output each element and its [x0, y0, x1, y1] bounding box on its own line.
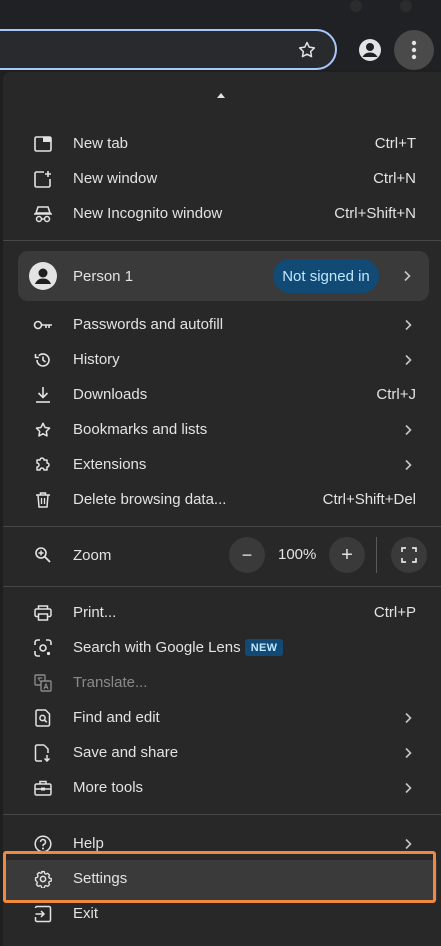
save-share-icon: [33, 743, 53, 763]
translate-icon: [33, 673, 53, 693]
window-controls: [350, 0, 441, 12]
sign-in-status-badge[interactable]: Not signed in: [273, 259, 379, 293]
menu-item-label: Help: [73, 835, 104, 852]
menu-item-label: New window: [73, 170, 158, 187]
menu-item-label: Passwords and autofill: [73, 316, 224, 333]
minus-icon: −: [241, 545, 253, 565]
incognito-icon: [33, 204, 53, 224]
printer-icon: [33, 603, 53, 623]
window-control-dot[interactable]: [400, 0, 412, 12]
menu-item-extensions[interactable]: Extensions: [3, 447, 441, 482]
menu-item-new-window[interactable]: New window Ctrl+N: [3, 161, 441, 196]
star-icon: [33, 420, 53, 440]
shortcut-label: Ctrl+P: [373, 604, 416, 621]
more-vert-icon: [411, 40, 417, 60]
menu-separator: [3, 526, 441, 527]
menu-item-save-and-share[interactable]: Save and share: [3, 735, 441, 770]
shortcut-label: Ctrl+J: [376, 386, 416, 403]
zoom-level: 100%: [278, 546, 317, 563]
exit-icon: [33, 904, 53, 924]
bookmark-star-icon[interactable]: [295, 38, 319, 62]
menu-item-label: More tools: [73, 779, 144, 796]
address-bar[interactable]: [0, 29, 337, 70]
menu-item-label: Find and edit: [73, 709, 160, 726]
profile-row[interactable]: Person 1 Not signed in: [18, 251, 429, 301]
menu-item-find-and-edit[interactable]: Find and edit: [3, 700, 441, 735]
zoom-out-button[interactable]: −: [229, 537, 265, 573]
menu-item-label: Delete browsing data...: [73, 491, 227, 508]
menu-item-label: Translate...: [73, 674, 148, 691]
chevron-right-icon: [402, 424, 414, 436]
menu-item-new-tab[interactable]: New tab Ctrl+T: [3, 126, 441, 161]
puzzle-piece-icon: [33, 455, 53, 475]
profile-avatar-icon: [29, 262, 57, 290]
chevron-right-icon: [402, 354, 414, 366]
menu-separator: [3, 240, 441, 241]
menu-item-label: History: [73, 351, 120, 368]
toolbox-icon: [33, 778, 53, 798]
zoom-in-button[interactable]: +: [329, 537, 365, 573]
trash-icon: [33, 490, 53, 510]
menu-item-search-with-google-lens[interactable]: Search with Google Lens: [3, 630, 441, 665]
menu-item-label: Extensions: [73, 456, 147, 473]
menu-item-label: Search with Google Lens: [73, 639, 241, 656]
menu-item-label: Downloads: [73, 386, 148, 403]
menu-item-print[interactable]: Print... Ctrl+P: [3, 595, 441, 630]
profile-name: Person 1: [73, 268, 134, 285]
download-icon: [33, 385, 53, 405]
menu-separator: [3, 814, 441, 815]
plus-icon: +: [341, 544, 353, 566]
menu-item-new-incognito-window[interactable]: New Incognito window Ctrl+Shift+N: [3, 196, 441, 231]
menu-item-label: Save and share: [73, 744, 179, 761]
chevron-right-icon: [402, 747, 414, 759]
menu-item-delete-browsing-data[interactable]: Delete browsing data... Ctrl+Shift+Del: [3, 482, 441, 517]
menu-separator: [3, 586, 441, 587]
find-in-page-icon: [33, 708, 53, 728]
new-window-icon: [33, 169, 53, 189]
menu-item-more-tools[interactable]: More tools: [3, 770, 441, 805]
zoom-divider: [376, 537, 377, 573]
menu-item-label: New tab: [73, 135, 129, 152]
menu-item-label: Bookmarks and lists: [73, 421, 208, 438]
menu-kebab-button[interactable]: [394, 30, 434, 70]
new-badge: NEW: [245, 639, 283, 656]
menu-item-translate: Translate...: [3, 665, 441, 700]
chevron-right-icon: [402, 459, 414, 471]
shortcut-label: Ctrl+Shift+Del: [322, 491, 416, 508]
chevron-right-icon: [402, 838, 414, 850]
menu-item-passwords-and-autofill[interactable]: Passwords and autofill: [3, 307, 441, 342]
shortcut-label: Ctrl+N: [373, 170, 416, 187]
shortcut-label: Ctrl+T: [374, 135, 416, 152]
menu-item-downloads[interactable]: Downloads Ctrl+J: [3, 377, 441, 412]
zoom-in-magnifier-icon: [33, 545, 53, 565]
scroll-up-arrow-icon[interactable]: [217, 92, 225, 100]
menu-item-exit[interactable]: Exit: [3, 896, 441, 931]
chevron-right-icon: [402, 782, 414, 794]
chevron-right-icon: [402, 712, 414, 724]
profile-avatar-button[interactable]: [354, 34, 386, 66]
key-icon: [33, 315, 53, 335]
window-control-dot[interactable]: [350, 0, 362, 12]
menu-item-history[interactable]: History: [3, 342, 441, 377]
fullscreen-button[interactable]: [391, 537, 427, 573]
new-tab-icon: [33, 134, 53, 154]
menu-item-label: Print...: [73, 604, 117, 621]
fullscreen-icon: [401, 547, 417, 563]
menu-item-label: Zoom: [73, 546, 112, 564]
menu-item-label: New Incognito window: [73, 205, 223, 222]
menu-item-label: Exit: [73, 905, 99, 922]
history-icon: [33, 350, 53, 370]
google-lens-icon: [33, 638, 53, 658]
shortcut-label: Ctrl+Shift+N: [334, 205, 416, 222]
menu-item-bookmarks-and-lists[interactable]: Bookmarks and lists: [3, 412, 441, 447]
chevron-right-icon: [401, 270, 413, 282]
chevron-right-icon: [402, 319, 414, 331]
